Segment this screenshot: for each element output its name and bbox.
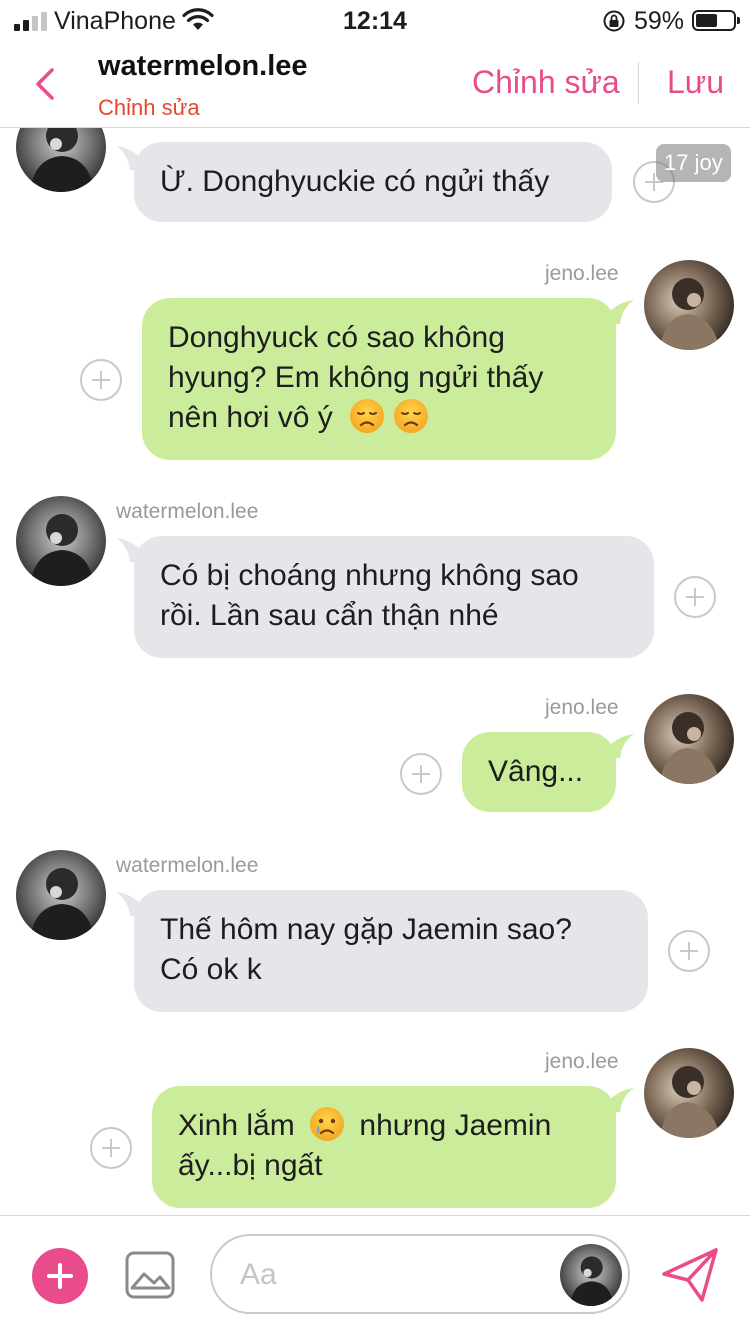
message-text: Có bị choáng nhưng không sao xyxy=(160,559,579,592)
avatar-jeno-lee[interactable] xyxy=(644,694,734,784)
message-bubble-incoming[interactable]: Thế hôm nay gặp Jaemin sao? Có ok k xyxy=(134,890,648,1012)
chat-thread[interactable]: Ừ. Donghyuckie có ngửi thấy 17 joy jeno.… xyxy=(0,128,750,1215)
message-text: Có ok k xyxy=(160,953,262,986)
avatar-jeno-lee[interactable] xyxy=(644,1048,734,1138)
message-bubble-outgoing[interactable]: Xinh lắm nhưng Jaemin ấy...bị ngất xyxy=(152,1086,616,1208)
add-reaction-button[interactable] xyxy=(90,1127,132,1169)
message-bubble-outgoing[interactable]: Vâng... xyxy=(462,732,616,812)
message-text: Donghyuck có sao không xyxy=(168,321,505,354)
add-reaction-button[interactable] xyxy=(668,930,710,972)
sender-name: jeno.lee xyxy=(545,262,619,285)
disappointed-face-emoji xyxy=(394,399,429,433)
sender-name: jeno.lee xyxy=(545,696,619,719)
message-text: hyung? Em không ngửi thấy xyxy=(168,361,544,394)
status-bar: VinaPhone 12:14 59% xyxy=(0,0,750,40)
message-text: Ừ. Donghyuckie có ngửi thấy xyxy=(160,165,550,198)
contact-name: watermelon.lee xyxy=(98,50,308,82)
sender-name: watermelon.lee xyxy=(116,500,259,523)
image-icon[interactable] xyxy=(124,1250,176,1300)
plus-icon[interactable] xyxy=(32,1248,88,1304)
contact-subtitle[interactable]: Chỉnh sửa xyxy=(98,95,200,121)
avatar-jeno-lee[interactable] xyxy=(644,260,734,350)
chat-header: watermelon.lee Chỉnh sửa Chỉnh sửa Lưu xyxy=(0,40,750,128)
overlay-badge: 17 joy xyxy=(656,144,731,182)
message-bubble-incoming[interactable]: Có bị choáng nhưng không sao rồi. Lần sa… xyxy=(134,536,654,658)
disappointed-face-emoji xyxy=(350,399,385,433)
message-text: Thế hôm nay gặp Jaemin sao? xyxy=(160,913,572,946)
message-bubble-outgoing[interactable]: Donghyuck có sao không hyung? Em không n… xyxy=(142,298,616,460)
message-text: Xinh lắm xyxy=(178,1109,295,1142)
avatar-sender-switch[interactable] xyxy=(560,1244,622,1306)
orientation-lock-icon xyxy=(603,10,625,32)
avatar-watermelon-lee[interactable] xyxy=(16,850,106,940)
message-field xyxy=(210,1234,630,1314)
message-text: rồi. Lần sau cẩn thận nhé xyxy=(160,599,499,632)
message-text: nhưng Jaemin xyxy=(359,1109,552,1142)
message-input[interactable] xyxy=(240,1254,540,1296)
add-reaction-button[interactable] xyxy=(400,753,442,795)
battery-percent: 59% xyxy=(634,7,685,35)
composer-bar xyxy=(0,1215,750,1334)
avatar-watermelon-lee[interactable] xyxy=(16,128,106,192)
crying-face-emoji xyxy=(310,1107,345,1141)
save-button[interactable]: Lưu xyxy=(667,64,724,101)
avatar-watermelon-lee[interactable] xyxy=(16,496,106,586)
send-icon[interactable] xyxy=(660,1246,720,1304)
sender-name: jeno.lee xyxy=(545,1050,619,1073)
message-text: ấy...bị ngất xyxy=(178,1149,323,1182)
battery-icon xyxy=(692,10,740,31)
message-text: Vâng... xyxy=(488,755,584,788)
add-reaction-button[interactable] xyxy=(80,359,122,401)
sender-name: watermelon.lee xyxy=(116,854,259,877)
message-text: nên hơi vô ý xyxy=(168,401,333,434)
add-reaction-button[interactable] xyxy=(674,576,716,618)
message-bubble-incoming[interactable]: Ừ. Donghyuckie có ngửi thấy xyxy=(134,142,612,222)
edit-button[interactable]: Chỉnh sửa xyxy=(472,64,620,101)
header-divider xyxy=(638,62,639,104)
back-chevron-icon[interactable] xyxy=(28,62,62,106)
